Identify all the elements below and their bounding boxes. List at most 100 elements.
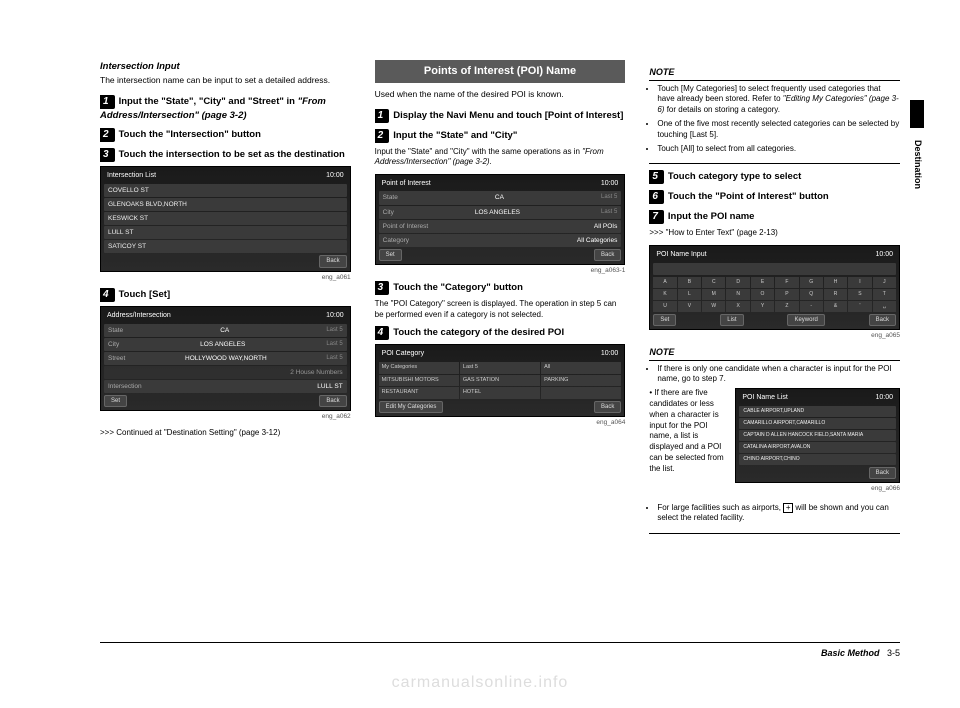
- page-content: Intersection Input The intersection name…: [0, 0, 960, 560]
- sh-title: Intersection List: [107, 171, 156, 181]
- sh-title: Address/Intersection: [107, 311, 171, 321]
- table-row: CategoryAll Categories: [379, 234, 622, 247]
- step-6: 6Touch the "Point of Interest" button: [649, 190, 900, 204]
- tab: Last 5: [460, 362, 540, 374]
- step-7-text: Input the POI name: [668, 211, 755, 222]
- kb-keyword: Keyword: [787, 314, 824, 326]
- column-1: Intersection Input The intersection name…: [100, 60, 351, 540]
- caption: eng_a062: [100, 412, 351, 421]
- page-footer: Basic Method 3-5: [100, 642, 900, 660]
- screenshot-address-intersection: Address/Intersection10:00 StateCALast 5 …: [100, 306, 351, 412]
- step-2-text: Touch the "Intersection" button: [119, 129, 261, 140]
- table-row: CityLOS ANGELESLast 5: [104, 338, 347, 351]
- note-text: • If there are five candidates or less w…: [649, 388, 729, 499]
- category-cell: GAS STATION: [460, 375, 540, 387]
- table-row: Point of InterestAll POIs: [379, 220, 622, 233]
- step-2: 2Input the "State" and "City": [375, 129, 626, 143]
- kb-set: Set: [653, 314, 676, 326]
- screenshot-poi-category: POI Category 10:00 My Categories Last 5 A…: [375, 344, 626, 417]
- caption: eng_a061: [100, 273, 351, 282]
- footer-label: Basic Method: [821, 648, 880, 658]
- poi-section-title: Points of Interest (POI) Name: [375, 60, 626, 83]
- continued-note: >>> Continued at "Destination Setting" (…: [100, 428, 351, 438]
- edit-button: Edit My Categories: [379, 401, 444, 413]
- watermark: carmanualsonline.info: [0, 672, 960, 694]
- table-row: StateCALast 5: [379, 191, 622, 204]
- list-item: KESWICK ST: [104, 212, 347, 225]
- step-6-text: Touch the "Point of Interest" button: [668, 191, 829, 202]
- category-cell: HOTEL: [460, 387, 540, 399]
- note-heading: NOTE: [649, 346, 900, 361]
- step-5-text: Touch category type to select: [668, 171, 801, 182]
- list-item: CAPTAIN D ALLEN HANCOCK FIELD,SANTA MARI…: [739, 430, 896, 441]
- table-row: 2 House Numbers: [104, 366, 347, 379]
- input-field: [653, 263, 896, 275]
- side-black-marker: [910, 100, 924, 128]
- step-3-text: Touch the intersection to be set as the …: [119, 149, 345, 160]
- back-button: Back: [319, 255, 346, 267]
- step-4-text: Touch the category of the desired POI: [393, 327, 564, 338]
- table-row: StateCALast 5: [104, 324, 347, 337]
- step-1: 1Input the "State", "City" and "Street" …: [100, 95, 351, 122]
- step-4-text: Touch [Set]: [119, 289, 171, 300]
- set-button: Set: [379, 249, 402, 261]
- list-item: CAMARILLO AIRPORT,CAMARILLO: [739, 418, 896, 429]
- screenshot-poi-name-input: POI Name Input10:00 ABCDEFGHIJ KLMNOPQRS…: [649, 245, 900, 330]
- step-4: 4Touch the category of the desired POI: [375, 326, 626, 340]
- step-7: 7Input the POI name: [649, 210, 900, 224]
- caption: eng_a064: [375, 418, 626, 427]
- plus-icon: +: [783, 503, 793, 513]
- note-item: For large facilities such as airports, +…: [657, 503, 900, 525]
- set-button: Set: [104, 395, 127, 407]
- table-row: CityLOS ANGELESLast 5: [379, 206, 622, 219]
- step-4: 4Touch [Set]: [100, 288, 351, 302]
- category-cell: [541, 387, 621, 399]
- intersection-heading: Intersection Input: [100, 60, 351, 73]
- intersection-intro: The intersection name can be input to se…: [100, 75, 351, 86]
- step-2: 2Touch the "Intersection" button: [100, 128, 351, 142]
- note-item: One of the five most recently selected c…: [657, 119, 900, 141]
- side-tab: Destination: [911, 140, 924, 189]
- screenshot-intersection-list: Intersection List10:00 COVELLO ST GLENOA…: [100, 166, 351, 272]
- sh-time: 10:00: [601, 179, 619, 189]
- list-item: COVELLO ST: [104, 184, 347, 197]
- back-button: Back: [869, 467, 896, 479]
- step-2-text: Input the "State" and "City": [393, 130, 517, 141]
- step-3-text: Touch the "Category" button: [393, 282, 523, 293]
- note-list: Touch [My Categories] to select frequent…: [649, 84, 900, 165]
- back-button: Back: [594, 249, 621, 261]
- category-cell: RESTAURANT: [379, 387, 459, 399]
- list-item: CATALINA AIRPORT,AVALON: [739, 442, 896, 453]
- list-item: CABLE AIRPORT,UPLAND: [739, 406, 896, 417]
- sh-time: 10:00: [601, 349, 619, 359]
- list-item: LULL ST: [104, 226, 347, 239]
- kb-back: Back: [869, 314, 896, 326]
- sh-title: Point of Interest: [382, 179, 431, 189]
- back-button: Back: [594, 401, 621, 413]
- step-3-sub: The "POI Category" screen is displayed. …: [375, 299, 626, 320]
- step-3: 3Touch the intersection to be set as the…: [100, 148, 351, 162]
- sh-title: POI Name Input: [656, 250, 706, 260]
- step-7-sub: >>> "How to Enter Text" (page 2-13): [649, 228, 900, 238]
- column-2: Points of Interest (POI) Name Used when …: [375, 60, 626, 540]
- caption: eng_a066: [735, 484, 900, 493]
- step-3: 3Touch the "Category" button: [375, 281, 626, 295]
- step-2-sub: Input the "State" and "City" with the sa…: [375, 147, 626, 168]
- list-item: GLENOAKS BLVD,NORTH: [104, 198, 347, 211]
- kb-list: List: [720, 314, 743, 326]
- category-cell: MITSUBISHI MOTORS: [379, 375, 459, 387]
- sh-time: 10:00: [326, 311, 344, 321]
- table-row: IntersectionLULL ST: [104, 380, 347, 393]
- note-list: If there is only one candidate when a ch…: [649, 364, 900, 386]
- back-button: Back: [319, 395, 346, 407]
- column-3: NOTE Touch [My Categories] to select fre…: [649, 60, 900, 540]
- sh-title: POI Category: [382, 349, 424, 359]
- note-list: For large facilities such as airports, +…: [649, 503, 900, 535]
- note-with-screenshot: • If there are five candidates or less w…: [649, 388, 900, 499]
- list-item: SATICOY ST: [104, 240, 347, 253]
- tab: My Categories: [379, 362, 459, 374]
- step-5: 5Touch category type to select: [649, 170, 900, 184]
- onscreen-keyboard: ABCDEFGHIJ KLMNOPQRST UVWXYZ-&'␣: [653, 277, 896, 312]
- tab: All: [541, 362, 621, 374]
- screenshot-poi-name-list: POI Name List10:00 CABLE AIRPORT,UPLAND …: [735, 388, 900, 483]
